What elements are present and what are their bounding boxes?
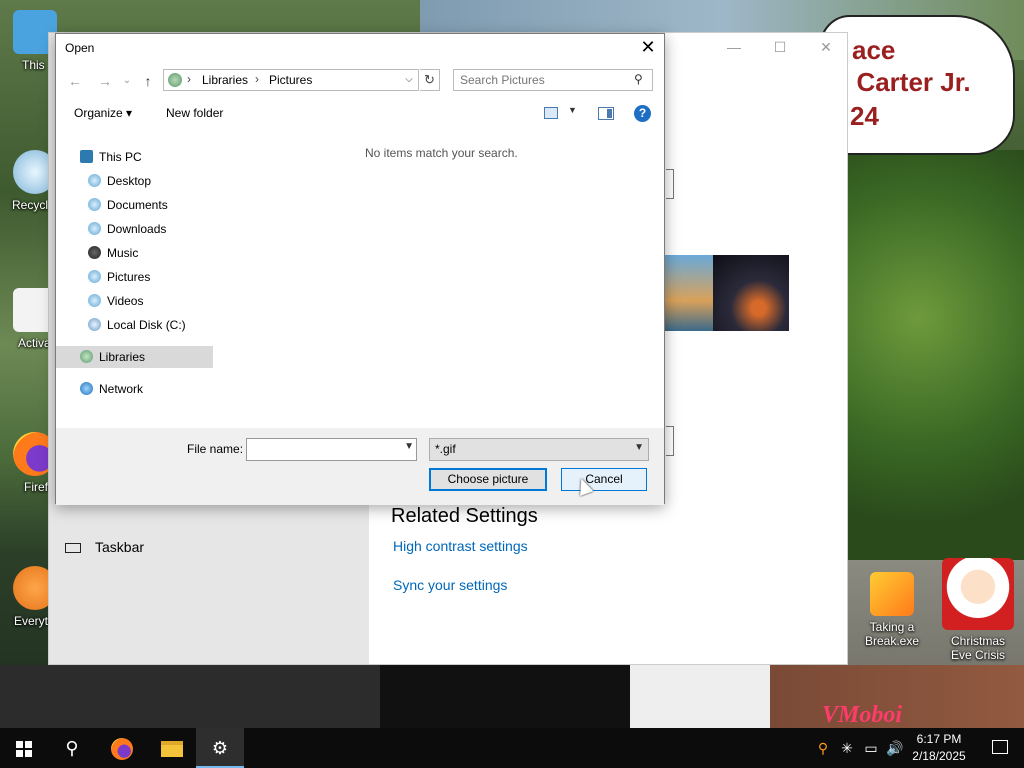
libraries-icon — [80, 350, 93, 363]
wallpaper-tree — [848, 150, 1024, 570]
music-folder-icon — [88, 246, 101, 259]
file-name-label: File name: — [187, 442, 244, 456]
desktop-icon-christmas-eve-crisis[interactable]: Christmas Eve Crisis — [940, 558, 1016, 662]
banner-line-2: l Carter Jr. — [842, 67, 971, 97]
navigation-pane: This PC Desktop Documents Downloads Musi… — [56, 138, 213, 424]
clock[interactable]: 6:17 PM 2/18/2025 — [906, 731, 972, 765]
banner-line-3: 24 — [850, 101, 879, 131]
nav-item-videos[interactable]: Videos — [88, 290, 143, 312]
background-thumbnail-2[interactable] — [713, 255, 789, 331]
close-button[interactable]: ✕ — [811, 39, 841, 56]
clock-time: 6:17 PM — [916, 732, 962, 746]
taskbar: ⚲ ⚙ ⚲ ✳ ▭ 🔊 6:17 PM 2/18/2025 — [0, 728, 1024, 768]
file-type-value: *.gif — [435, 442, 456, 456]
view-options-dropdown[interactable]: ▼ — [568, 105, 577, 115]
chevron-down-icon[interactable]: ▼ — [404, 441, 414, 452]
breadcrumb-separator[interactable]: › — [255, 72, 259, 86]
search-box[interactable]: ⚲ — [453, 69, 653, 91]
network-icon — [80, 382, 93, 395]
nav-item-downloads[interactable]: Downloads — [88, 218, 166, 240]
search-tray-icon[interactable]: ⚲ — [812, 728, 834, 768]
maximize-button[interactable]: ☐ — [765, 39, 795, 56]
settings-nav-taskbar[interactable]: Taskbar — [65, 539, 144, 555]
file-name-input[interactable]: ▼ — [246, 438, 417, 461]
start-icon — [16, 741, 32, 758]
back-arrow-icon[interactable]: ← — [65, 71, 85, 91]
disk-icon — [88, 318, 101, 331]
dialog-footer: File name: ▼ *.gif ▼ Choose picture Canc… — [56, 428, 664, 505]
open-dialog: Open ✕ ← → ⌄ ↑ › Libraries › Pictures ⌵ … — [55, 33, 665, 505]
command-bar: Organize ▾ New folder ▼ ? — [56, 102, 664, 126]
search-icon[interactable]: ⚲ — [634, 73, 646, 85]
volume-icon[interactable]: 🔊 — [884, 728, 906, 768]
clock-date: 2/18/2025 — [912, 749, 966, 763]
libraries-icon — [168, 73, 182, 87]
chevron-down-icon[interactable]: ▼ — [634, 442, 644, 453]
preview-pane-icon[interactable] — [598, 107, 614, 120]
watermark: VMoboi — [822, 702, 903, 728]
dialog-title: Open — [65, 41, 95, 55]
settings-field-stub-2[interactable] — [666, 426, 674, 456]
change-view-icon[interactable] — [544, 107, 558, 119]
nav-item-this-pc[interactable]: This PC — [80, 146, 142, 168]
high-contrast-link[interactable]: High contrast settings — [393, 538, 528, 554]
refresh-icon[interactable]: ↻ — [420, 69, 440, 91]
nav-item-music[interactable]: Music — [88, 242, 138, 264]
notification-center-icon[interactable] — [978, 728, 1024, 768]
settings-field-stub-1[interactable] — [666, 169, 674, 199]
desktop-folder-icon — [88, 174, 101, 187]
breadcrumb-pictures[interactable]: Pictures — [269, 73, 312, 87]
help-icon[interactable]: ? — [634, 105, 651, 122]
dialog-close-button[interactable]: ✕ — [632, 34, 664, 62]
firefox-taskbar-button[interactable] — [98, 728, 146, 768]
network-icon[interactable]: ▭ — [860, 728, 882, 768]
related-settings-title: Related Settings — [391, 505, 538, 527]
chevron-down-icon[interactable]: ⌵ — [400, 70, 418, 90]
sync-settings-link[interactable]: Sync your settings — [393, 577, 507, 593]
new-folder-button[interactable]: New folder — [166, 106, 223, 120]
wallpaper-banner: ace l Carter Jr. 24 — [820, 15, 1015, 155]
nav-item-desktop[interactable]: Desktop — [88, 170, 151, 192]
desktop-icon-taking-a-break[interactable]: Taking a Break.exe — [857, 572, 927, 648]
wallpaper-figure — [380, 665, 630, 728]
documents-folder-icon — [88, 198, 101, 211]
wallpaper-wall — [630, 665, 770, 728]
videos-folder-icon — [88, 294, 101, 307]
organize-menu-button[interactable]: Organize ▾ — [74, 106, 132, 120]
minimize-button[interactable]: — — [719, 39, 749, 55]
pictures-folder-icon — [88, 270, 101, 283]
file-type-select[interactable]: *.gif ▼ — [429, 438, 649, 461]
nav-item-documents[interactable]: Documents — [88, 194, 168, 216]
nav-item-libraries[interactable]: Libraries — [56, 346, 213, 368]
address-bar[interactable]: › Libraries › Pictures ⌵ — [163, 69, 419, 91]
navigation-bar: ← → ⌄ ↑ › Libraries › Pictures ⌵ ↻ ⚲ — [56, 68, 664, 94]
santa-icon — [942, 558, 1014, 630]
firefox-icon — [111, 738, 133, 761]
up-arrow-icon[interactable]: ↑ — [138, 71, 158, 91]
nav-item-pictures[interactable]: Pictures — [88, 266, 150, 288]
start-button[interactable] — [0, 728, 48, 768]
breadcrumb-libraries[interactable]: Libraries — [202, 73, 248, 87]
forward-arrow-icon[interactable]: → — [95, 71, 115, 91]
breadcrumb-separator[interactable]: › — [187, 72, 191, 86]
choose-picture-button[interactable]: Choose picture — [429, 468, 547, 491]
nav-item-network[interactable]: Network — [80, 378, 143, 400]
taskbar-icon — [65, 543, 81, 554]
file-explorer-icon — [161, 741, 183, 758]
nav-item-local-disk[interactable]: Local Disk (C:) — [88, 314, 186, 336]
puzzle-exe-icon — [870, 572, 914, 616]
settings-taskbar-button[interactable]: ⚙ — [196, 728, 244, 768]
search-button[interactable]: ⚲ — [48, 728, 96, 768]
computer-icon — [80, 150, 93, 163]
search-input[interactable] — [460, 71, 630, 89]
empty-results-message: No items match your search. — [365, 146, 518, 160]
downloads-folder-icon — [88, 222, 101, 235]
cancel-button[interactable]: Cancel — [561, 468, 647, 491]
file-explorer-taskbar-button[interactable] — [148, 728, 196, 768]
network-activity-icon[interactable]: ✳ — [836, 728, 858, 768]
banner-line-1: ace — [852, 35, 896, 65]
recent-locations-icon[interactable]: ⌄ — [117, 71, 137, 91]
